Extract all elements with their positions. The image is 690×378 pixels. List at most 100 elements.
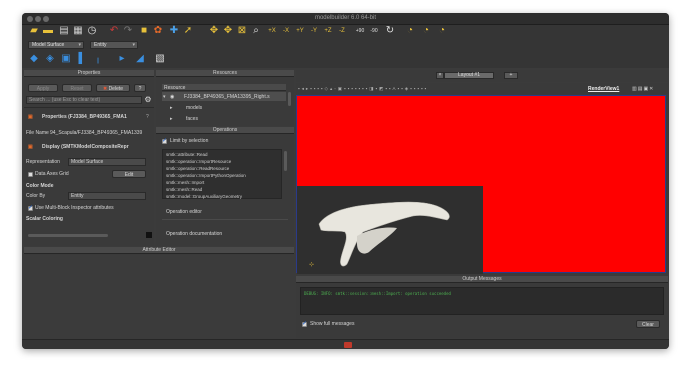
search-input[interactable]: Search ... (use Esc to clear text)	[26, 96, 142, 104]
palette-icon[interactable]: ✿	[152, 25, 164, 37]
resource-child-faces[interactable]: faces	[186, 116, 198, 122]
color-by-select[interactable]: Entity	[68, 192, 146, 200]
reset-camera-icon[interactable]: ✥	[208, 25, 220, 37]
view-toolbar: ▪◂▸▪▪▪▪◇▴◦▣▪▪▪▪▪▪▪◨▪◩▪▪A▪▪◈▪▪▪▪▪ RenderV…	[296, 83, 668, 94]
redo-icon[interactable]: ↷	[122, 25, 134, 37]
pick-icon[interactable]: ✚	[168, 25, 180, 37]
rotate-cw-icon[interactable]: +90	[354, 25, 366, 37]
undo-icon[interactable]: ↶	[108, 25, 120, 37]
clock-icon[interactable]: ◷	[86, 25, 98, 37]
select-cells-icon[interactable]: ◆	[28, 53, 40, 65]
add-layout-button[interactable]: +	[504, 72, 518, 79]
expand-models-icon[interactable]: ▸	[170, 105, 173, 111]
limit-by-selection-label: Limit by selection	[170, 138, 209, 144]
data-axes-grid-checkbox[interactable]	[28, 172, 33, 177]
title-bar: modelbuilder 6.0 64-bit	[22, 13, 669, 25]
clear-selection-icon[interactable]: ▧	[154, 53, 166, 65]
play-last-icon[interactable]: ◔	[436, 25, 448, 37]
resource-row-root[interactable]: ▾ ◉ FJ3384_BP49365_FMA13395_Right.s	[162, 92, 286, 101]
visibility-eye-icon[interactable]: ◉	[170, 94, 174, 100]
representation-combo[interactable]: Model Surface ▾	[28, 41, 84, 49]
section-help-icon[interactable]: ?	[146, 114, 149, 120]
attribute-editor-panel: Attribute Editor	[24, 247, 294, 255]
operation-item[interactable]: smtk::operation::ReadResource	[166, 166, 229, 171]
zoom-box-icon[interactable]: ⌕	[250, 25, 262, 37]
operation-item[interactable]: smtk::mesh::Import	[166, 180, 204, 185]
main-toolbar: ▰ ▬ ▤ ▦ ◷ ↶ ↷ ■ ✿ ✚ ➚ ✥ ✥ ⊠ ⌕ +X -X +Y -…	[22, 25, 669, 39]
operation-item[interactable]: smtk::attribute::Read	[166, 152, 208, 157]
scapula-model: ⊹	[309, 201, 450, 268]
collapse-icon[interactable]: ▣	[28, 114, 33, 120]
select-points-icon[interactable]: ◈	[44, 53, 56, 65]
save-state-icon[interactable]: ▦	[72, 25, 84, 37]
color-mode-heading: Color Mode	[26, 183, 54, 189]
play-first-icon[interactable]: ◔	[404, 25, 416, 37]
cube-icon[interactable]: ■	[138, 25, 150, 37]
selection-toolbar: ◆ ◈ ▣ ▌ ╷ ▸ ◢ ▧	[22, 51, 669, 68]
attribute-editor-header: Attribute Editor	[24, 247, 294, 254]
multiblock-checkbox[interactable]	[28, 204, 33, 211]
plus-z-icon[interactable]: +Z	[322, 25, 334, 37]
scalar-coloring-heading: Scalar Coloring	[26, 216, 63, 222]
folder-icon[interactable]: ▬	[42, 25, 54, 37]
gear-icon[interactable]: ⚙	[142, 94, 154, 106]
representation-label: Representation	[26, 159, 60, 165]
zoom-data-icon[interactable]: ✥	[222, 25, 234, 37]
operation-item[interactable]: smtk::operation::ImportPythonOperation	[166, 173, 246, 178]
operation-item[interactable]: smtk::model::GroupAuxiliaryGeometry	[166, 194, 242, 199]
apply-button[interactable]: Apply	[28, 84, 58, 92]
viewport-subview[interactable]: ⊹	[297, 186, 483, 274]
help-button[interactable]: ?	[134, 84, 146, 92]
operations-header: Operations	[156, 127, 294, 134]
rotate-ccw-icon[interactable]: -90	[368, 25, 380, 37]
limit-by-selection-checkbox[interactable]	[162, 137, 167, 144]
expand-faces-icon[interactable]: ▸	[170, 116, 173, 122]
operation-item[interactable]: smtk::operation::ImportResource	[166, 159, 231, 164]
select-block-icon[interactable]: ▣	[60, 53, 72, 65]
play-icon[interactable]: ◔	[420, 25, 432, 37]
properties-header: Properties	[24, 70, 154, 77]
divider	[162, 219, 288, 220]
delete-button[interactable]: ✖ Delete	[96, 84, 130, 92]
minus-y-icon[interactable]: -Y	[308, 25, 320, 37]
clear-button[interactable]: Clear	[636, 320, 660, 328]
collapse-display-icon[interactable]: ▣	[28, 144, 33, 150]
plus-y-icon[interactable]: +Y	[294, 25, 306, 37]
resources-scrollbar[interactable]	[288, 92, 291, 106]
select-frustum-icon[interactable]: ▌	[76, 53, 88, 65]
tab-layout-1[interactable]: Layout #1	[444, 72, 494, 79]
render-view[interactable]: ⊹	[296, 95, 666, 274]
view-toolbar-icons[interactable]: ▪◂▸▪▪▪▪◇▴◦▣▪▪▪▪▪▪▪◨▪◩▪▪A▪▪◈▪▪▪▪▪	[298, 86, 428, 92]
memory-indicator-icon[interactable]	[344, 342, 352, 348]
expand-arrow-icon[interactable]: ▾	[163, 94, 166, 100]
save-icon[interactable]: ▤	[58, 25, 70, 37]
select-icon[interactable]: ➚	[182, 25, 194, 37]
select-polygon-icon[interactable]: ╷	[92, 53, 104, 65]
reset-button[interactable]: Reset	[62, 84, 92, 92]
interactive-select-icon[interactable]: ▸	[116, 53, 128, 65]
representation-toolbar: Model Surface ▾ Entity ▾	[22, 39, 669, 51]
minus-x-icon[interactable]: -X	[280, 25, 292, 37]
show-full-messages-checkbox[interactable]	[302, 320, 307, 327]
minus-z-icon[interactable]: -Z	[336, 25, 348, 37]
resource-child-models[interactable]: models	[186, 105, 202, 111]
properties-hscrollbar[interactable]	[28, 234, 108, 237]
close-tab-icon[interactable]: ×	[436, 72, 444, 79]
refresh-icon[interactable]: ↻	[384, 25, 396, 37]
multiblock-label: Use Multi-Block Inspector attributes	[35, 205, 114, 211]
entity-combo[interactable]: Entity ▾	[90, 41, 138, 49]
resource-root-name: FJ3384_BP49365_FMA13395_Right.s	[184, 94, 270, 100]
operation-documentation-label: Operation documentation	[166, 231, 223, 237]
representation-select[interactable]: Model Surface	[68, 158, 146, 166]
open-icon[interactable]: ▰	[28, 25, 40, 37]
operation-item[interactable]: smtk::mesh::Read	[166, 187, 202, 192]
grow-selection-icon[interactable]: ◢	[134, 53, 146, 65]
output-messages-panel: Output Messages DEBUG: INFO: smtk::sessi…	[296, 276, 668, 338]
operations-scrollbar[interactable]	[284, 151, 287, 171]
resources-header: Resources	[156, 70, 294, 77]
edit-button[interactable]: Edit	[112, 170, 146, 178]
file-name-value: 94_Scapula/FJ3384_BP49365_FMA1339	[50, 130, 143, 136]
plus-x-icon[interactable]: +X	[266, 25, 278, 37]
zoom-closest-icon[interactable]: ⊠	[236, 25, 248, 37]
view-split-icons[interactable]: ▥▤▣✕	[632, 86, 654, 92]
